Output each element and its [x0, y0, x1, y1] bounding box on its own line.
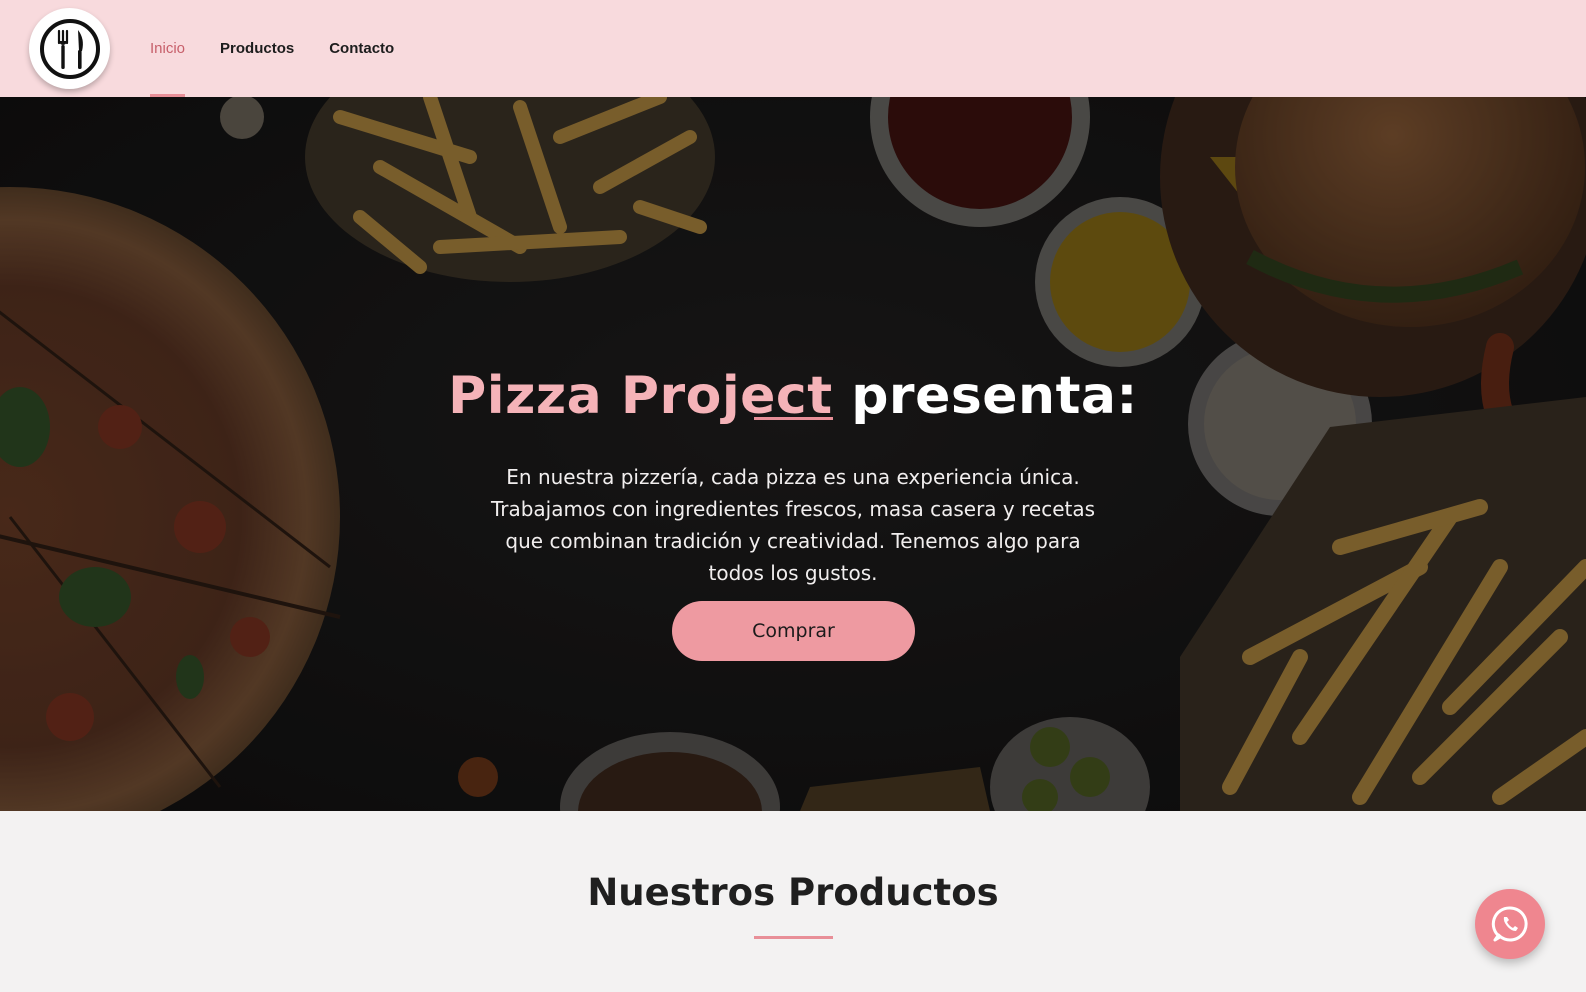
- hero-banner: Pizza Project presenta: En nuestra pizze…: [0, 97, 1586, 811]
- main-nav: Inicio Productos Contacto: [150, 0, 429, 97]
- products-section: Nuestros Productos: [0, 811, 1586, 992]
- nav-contacto[interactable]: Contacto: [329, 0, 394, 97]
- nav-inicio[interactable]: Inicio: [150, 0, 186, 97]
- fork-knife-icon: [39, 18, 100, 79]
- whatsapp-icon: [1491, 906, 1528, 942]
- hero-divider: [754, 417, 833, 420]
- food-background-image: [0, 97, 1586, 811]
- products-title: Nuestros Productos: [587, 871, 999, 914]
- whatsapp-button[interactable]: [1475, 889, 1545, 959]
- buy-button[interactable]: Comprar: [672, 601, 915, 661]
- products-divider: [754, 936, 833, 939]
- site-header: Inicio Productos Contacto: [0, 0, 1586, 97]
- hero-description: En nuestra pizzería, cada pizza es una e…: [490, 465, 1096, 585]
- hero-title-suffix: presenta:: [851, 365, 1138, 426]
- logo[interactable]: [29, 8, 110, 89]
- nav-productos[interactable]: Productos: [220, 0, 294, 97]
